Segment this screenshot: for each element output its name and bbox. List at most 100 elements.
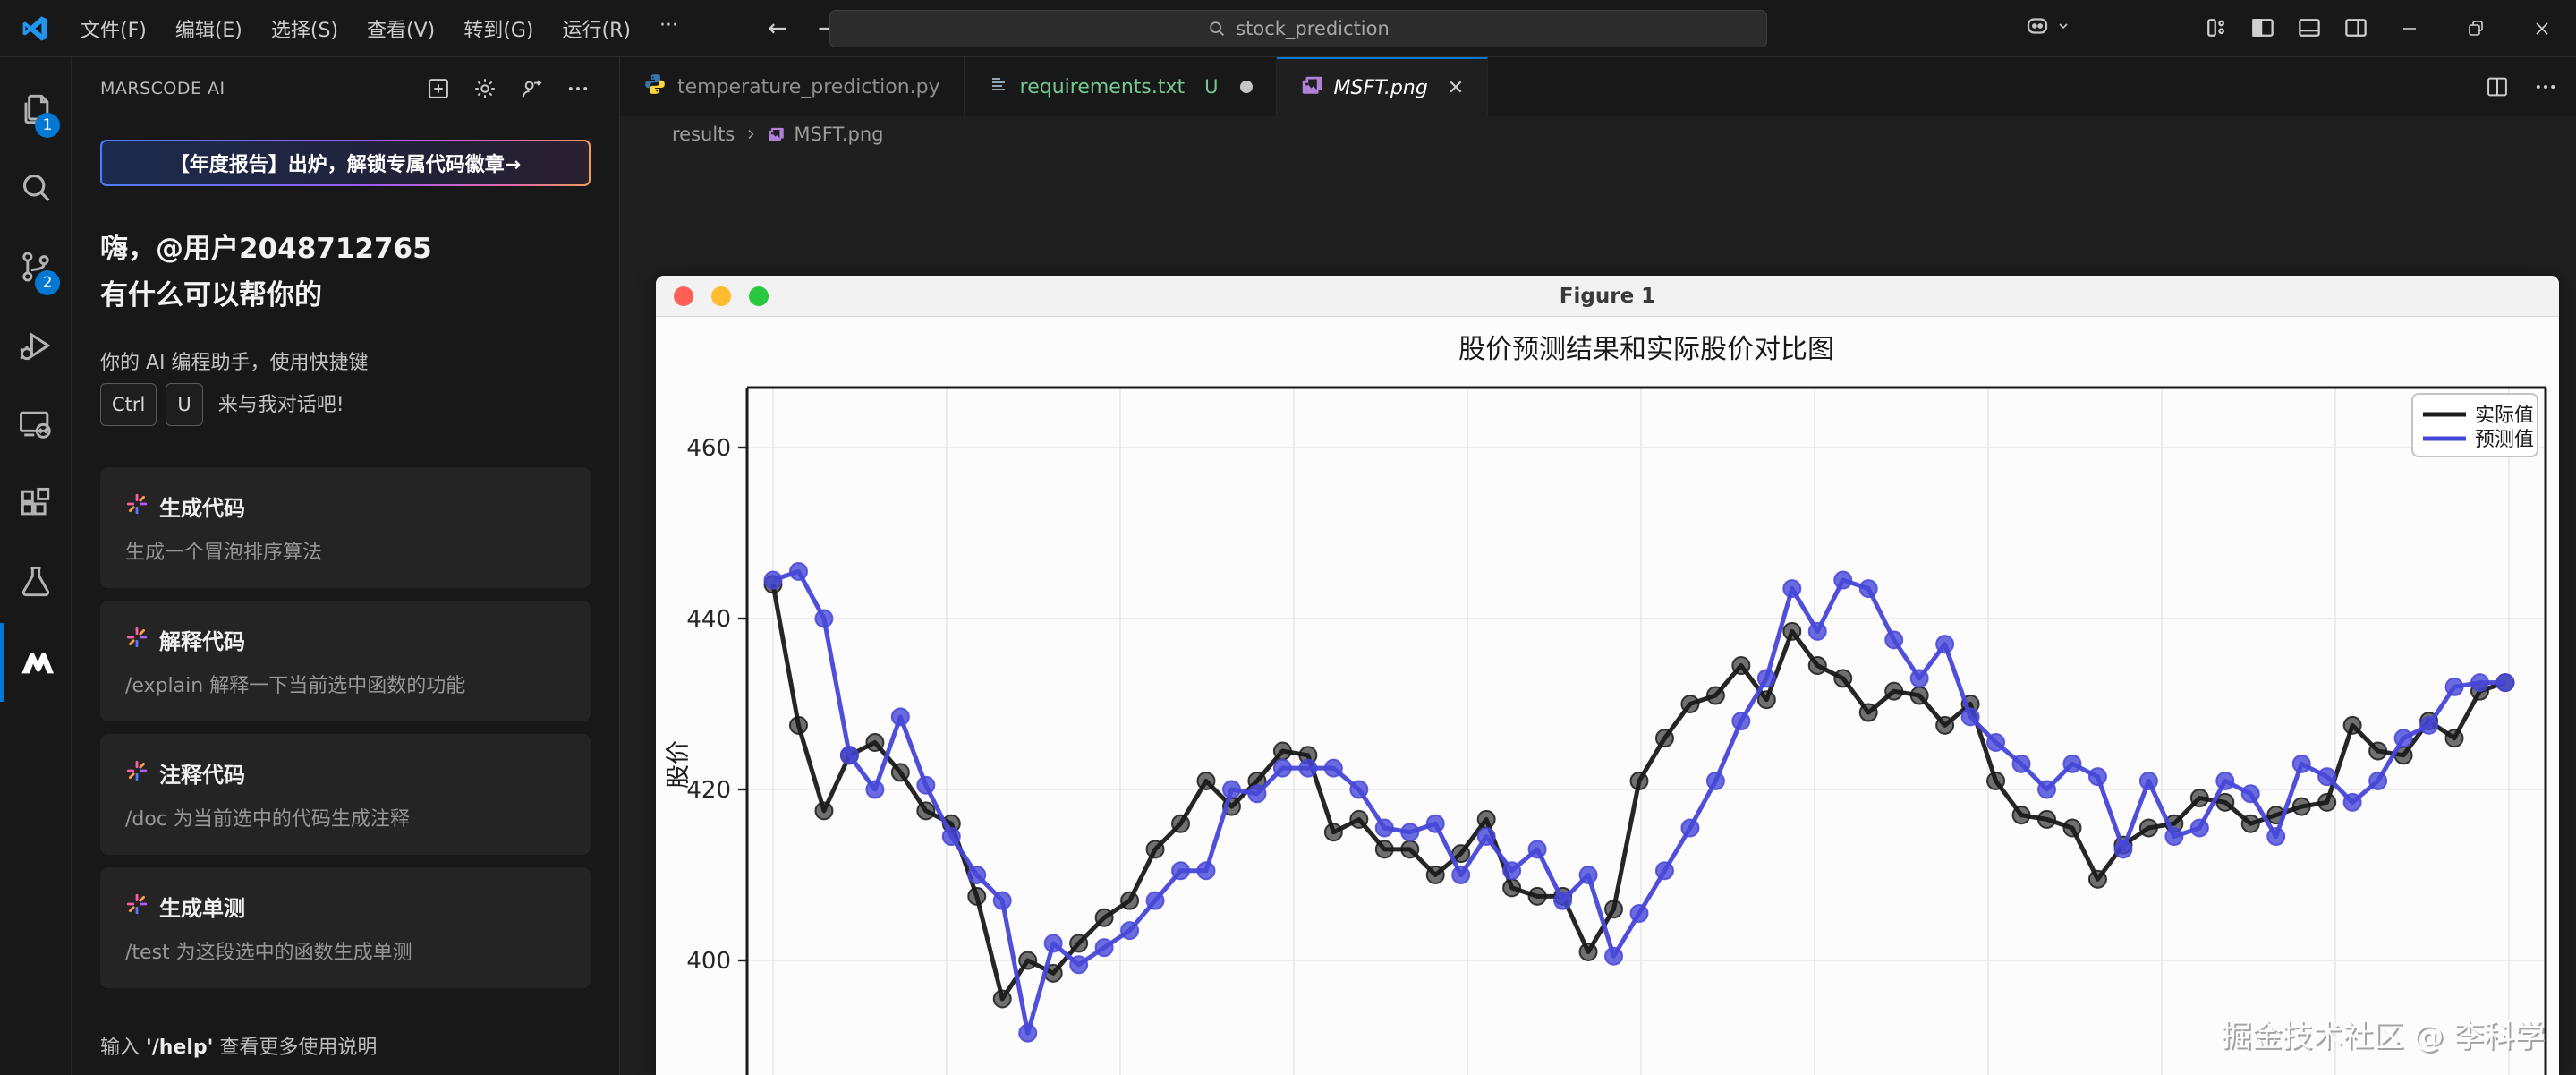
activitybar-item-marscode-ai[interactable] <box>0 623 71 702</box>
marker-预测值 <box>2344 794 2361 811</box>
tab-temperature_prediction.py[interactable]: temperature_prediction.py <box>620 57 965 116</box>
breadcrumb[interactable]: results MSFT.png <box>620 116 2576 152</box>
feedback-user-icon[interactable] <box>519 76 544 101</box>
card-title: 注释代码 <box>159 757 245 789</box>
mac-minimize-icon[interactable] <box>711 286 731 306</box>
new-chat-icon[interactable] <box>426 76 451 101</box>
dirty-dot-icon[interactable] <box>1240 81 1253 93</box>
breadcrumb-file[interactable]: MSFT.png <box>794 124 883 145</box>
greeting: 嗨，@用户2048712765 有什么可以帮你的 <box>100 226 591 319</box>
prompt-card-0[interactable]: 生成代码生成一个冒泡排序算法 <box>100 467 591 588</box>
marker-预测值 <box>2471 674 2488 691</box>
marker-实际值 <box>1834 670 1851 687</box>
marker-预测值 <box>765 572 782 589</box>
marker-预测值 <box>2165 828 2182 845</box>
toggle-primary-sidebar-icon[interactable] <box>2249 14 2276 41</box>
activitybar-item-search[interactable] <box>0 150 71 229</box>
copilot-menu[interactable] <box>2024 13 2070 39</box>
card-desc: 生成一个冒泡排序算法 <box>125 536 565 565</box>
menu-item-3[interactable]: 查看(V) <box>353 7 449 50</box>
marker-实际值 <box>790 717 807 734</box>
marker-预测值 <box>1070 956 1087 973</box>
marker-预测值 <box>1045 934 1062 951</box>
marker-预测值 <box>1936 636 1953 653</box>
toggle-secondary-sidebar-icon[interactable] <box>2342 14 2369 41</box>
prompt-card-2[interactable]: 注释代码/doc 为当前选中的代码生成注释 <box>100 734 591 855</box>
breadcrumb-folder[interactable]: results <box>672 124 735 145</box>
menu-item-2[interactable]: 选择(S) <box>257 7 353 50</box>
marker-预测值 <box>1299 760 1316 777</box>
marker-实际值 <box>2089 871 2106 888</box>
y-tick-label: 460 <box>686 435 731 462</box>
marker-实际值 <box>1376 840 1393 857</box>
activitybar-item-testing[interactable] <box>0 544 71 623</box>
editor-canvas: Figure 1 400420440460股价预测结果和实际股价对比图股价实际值… <box>620 152 2576 1075</box>
more-actions-icon[interactable] <box>565 76 591 101</box>
activitybar-item-extensions[interactable] <box>0 465 71 544</box>
marker-实际值 <box>2242 815 2259 832</box>
marker-预测值 <box>2140 772 2157 789</box>
greeting-line2: 有什么可以帮你的 <box>100 272 591 319</box>
marker-实际值 <box>1630 772 1647 789</box>
marker-预测值 <box>1758 670 1775 687</box>
marker-预测值 <box>2369 772 2386 789</box>
annual-report-banner[interactable]: 【年度报告】出炉，解锁专属代码徽章→ <box>100 140 591 186</box>
marker-实际值 <box>917 802 934 819</box>
marker-实际值 <box>1605 900 1622 917</box>
mac-zoom-icon[interactable] <box>749 286 769 306</box>
marker-预测值 <box>815 610 832 627</box>
marker-实际值 <box>2344 717 2361 734</box>
menu-item-0[interactable]: 文件(F) <box>66 7 161 50</box>
marker-预测值 <box>1172 862 1189 879</box>
marker-预测值 <box>2216 772 2233 789</box>
marker-预测值 <box>1350 781 1367 798</box>
marker-预测值 <box>2267 828 2284 845</box>
y-axis-label: 股价 <box>665 740 693 789</box>
prompt-card-3[interactable]: 生成单测/test 为这段选中的函数生成单测 <box>100 867 591 988</box>
split-editor-icon[interactable] <box>2485 74 2510 99</box>
tab-requirements.txt[interactable]: requirements.txtU <box>965 57 1277 116</box>
search-value: stock_prediction <box>1236 18 1390 39</box>
help-hint: 输入 '/help' 查看更多使用说明 <box>100 1031 591 1060</box>
marker-实际值 <box>1427 866 1444 883</box>
figure-titlebar[interactable]: Figure 1 <box>656 276 2559 317</box>
menu-item-4[interactable]: 转到(G) <box>449 7 548 50</box>
activitybar-item-source-control[interactable]: 2 <box>0 229 71 308</box>
editor-more-actions-icon[interactable] <box>2533 74 2558 99</box>
restore-button[interactable] <box>2443 0 2509 57</box>
marker-实际值 <box>1172 815 1189 832</box>
prompt-card-1[interactable]: 解释代码/explain 解释一下当前选中函数的功能 <box>100 601 591 721</box>
settings-gear-icon[interactable] <box>472 76 497 101</box>
spark-icon <box>125 626 149 654</box>
back-arrow-icon[interactable]: ← <box>764 15 791 42</box>
kbd-key-1: U <box>166 383 202 426</box>
marker-预测值 <box>866 781 883 798</box>
marker-预测值 <box>2496 674 2513 691</box>
marker-预测值 <box>1248 785 1265 802</box>
activitybar-item-run-debug[interactable] <box>0 308 71 387</box>
git-status-letter: U <box>1204 76 1218 98</box>
marker-预测值 <box>994 892 1011 909</box>
close-window-button[interactable] <box>2509 0 2575 57</box>
editor-tab-bar: temperature_prediction.pyrequirements.tx… <box>620 57 2576 116</box>
mac-close-icon[interactable] <box>674 286 693 306</box>
activitybar-item-remote-explorer[interactable] <box>0 387 71 465</box>
image-file-icon <box>767 125 785 143</box>
menu-item-5[interactable]: 运行(R) <box>548 7 644 50</box>
tab-MSFT.png[interactable]: MSFT.png✕ <box>1277 57 1489 116</box>
marker-预测值 <box>1376 819 1393 836</box>
marker-实际值 <box>2369 743 2386 760</box>
marker-实际值 <box>1987 772 2004 789</box>
activitybar-item-explorer[interactable]: 1 <box>0 72 71 150</box>
menu-item-1[interactable]: 编辑(E) <box>161 7 257 50</box>
marker-预测值 <box>1885 631 1902 648</box>
command-center-search[interactable]: stock_prediction <box>829 10 1767 47</box>
close-tab-icon[interactable]: ✕ <box>1448 77 1464 99</box>
menu-item-6[interactable]: ··· <box>645 7 693 50</box>
sidebar-title: MARSCODE AI <box>100 79 426 98</box>
minimize-button[interactable] <box>2376 0 2443 57</box>
toggle-panel-icon[interactable] <box>2296 14 2323 41</box>
marker-预测值 <box>1834 572 1851 589</box>
customize-layout-icon[interactable] <box>2203 14 2230 41</box>
marker-实际值 <box>1478 811 1495 828</box>
